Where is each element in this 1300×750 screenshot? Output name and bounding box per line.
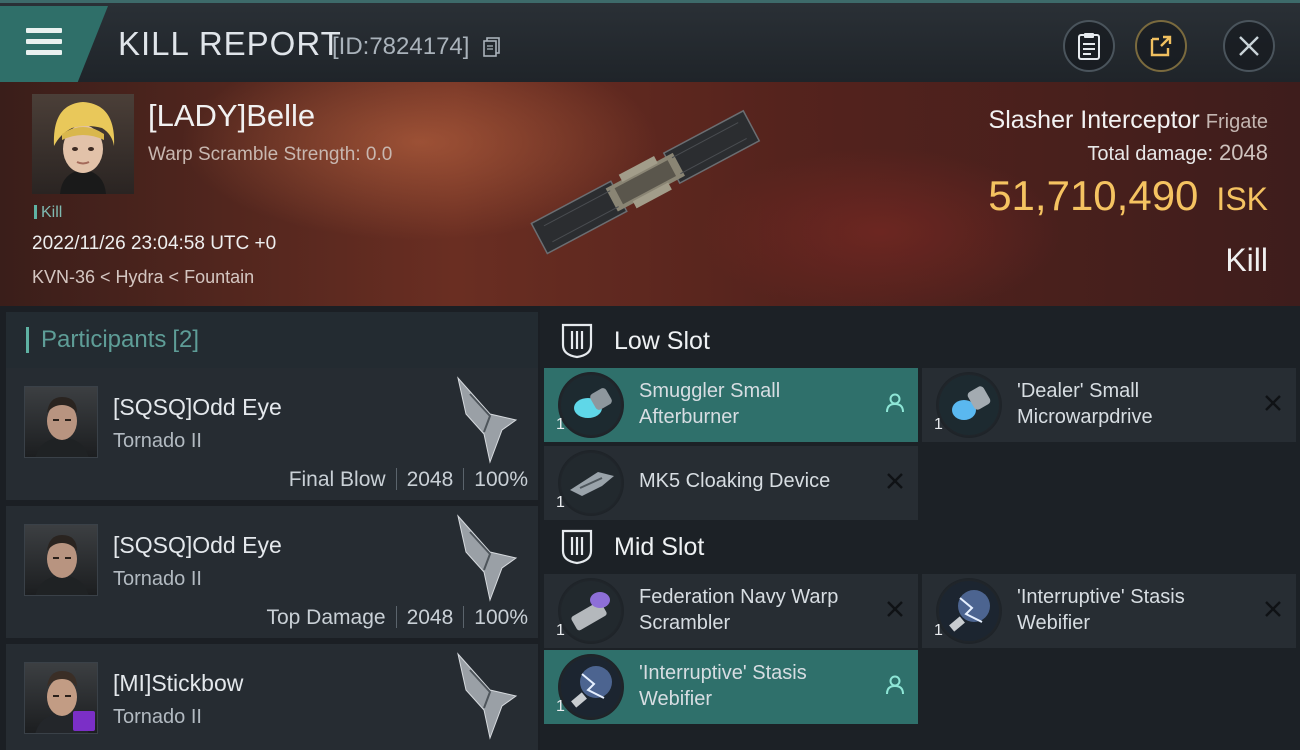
participant-ship-image [457, 514, 518, 602]
participant-ship: Tornado II [113, 430, 202, 452]
avatar [24, 662, 98, 734]
module-name: Smuggler Small Afterburner [639, 380, 781, 428]
participant-damage: 2048 [406, 468, 454, 491]
victim-ship-name[interactable]: Slasher Interceptor Frigate [989, 106, 1268, 135]
module-quantity: 1 [556, 622, 565, 639]
participants-count: [2] [172, 326, 200, 353]
participant-name[interactable]: [SQSQ]Odd Eye [113, 532, 282, 559]
isk-unit: ISK [1216, 181, 1268, 217]
module-name: 'Interruptive' Stasis Webifier [639, 662, 807, 710]
kill-tag: Kill [34, 204, 62, 222]
participant-damage: 2048 [406, 606, 454, 629]
report-id: [ID:7824174] [332, 33, 470, 60]
fitting-panel: Low Slot 1 Smuggler Small Afterburner 1 … [540, 306, 1300, 750]
low-slot-icon [561, 323, 593, 359]
microwarpdrive-icon [936, 372, 1002, 438]
report-button[interactable] [1063, 20, 1115, 72]
participant-ship: Tornado II [113, 706, 202, 728]
hamburger-menu-icon [26, 28, 62, 58]
share-button[interactable] [1135, 20, 1187, 72]
participants-header: Participants [2] [6, 312, 538, 368]
participants-panel: Participants [2] [SQSQ]Odd Eye Tornado I… [0, 306, 540, 750]
stasis-webifier-icon [558, 654, 624, 720]
destroyed-x-icon [887, 601, 903, 617]
module-name: 'Dealer' Small Microwarpdrive [1017, 380, 1153, 428]
corp-badge-icon [73, 711, 95, 731]
copy-icon[interactable] [483, 37, 501, 57]
module-name: 'Interruptive' Stasis Webifier [1017, 586, 1185, 634]
module-quantity: 1 [556, 698, 565, 715]
total-damage: Total damage: 2048 [1087, 140, 1268, 166]
warp-scrambler-icon [558, 578, 624, 644]
participant-percent: 100% [474, 468, 528, 491]
cloaking-device-icon [558, 450, 624, 516]
participant-card[interactable]: [SQSQ]Odd Eye Tornado II Final Blow 2048 1… [6, 368, 538, 500]
participants-title: Participants [41, 326, 167, 353]
total-damage-value: 2048 [1219, 140, 1268, 165]
avatar [24, 524, 98, 596]
victim-pilot-name[interactable]: [LADY]Belle [148, 98, 315, 134]
mid-slot-title: Mid Slot [614, 532, 705, 561]
participant-ship-image [457, 652, 518, 740]
participant-percent: 100% [474, 606, 528, 629]
module-item[interactable]: 1 'Interruptive' Stasis Webifier [922, 574, 1296, 648]
module-item[interactable]: 1 Federation Navy Warp Scrambler [544, 574, 918, 648]
module-name: Federation Navy Warp Scrambler [639, 586, 839, 634]
module-quantity: 1 [934, 622, 943, 639]
module-item[interactable]: 1 'Interruptive' Stasis Webifier [544, 650, 918, 724]
close-icon [1239, 36, 1259, 56]
module-quantity: 1 [556, 416, 565, 433]
afterburner-icon [558, 372, 624, 438]
close-button[interactable] [1223, 20, 1275, 72]
dropped-pilot-icon [886, 393, 904, 413]
total-damage-label: Total damage: [1087, 143, 1214, 165]
isk-amount: 51,710,490 [988, 172, 1199, 219]
module-item[interactable]: 1 'Dealer' Small Microwarpdrive [922, 368, 1296, 442]
isk-value: 51,710,490 ISK [988, 172, 1268, 220]
destroyed-x-icon [1265, 601, 1281, 617]
participant-role: Top Damage [266, 606, 386, 629]
warp-scramble-strength: Warp Scramble Strength: 0.0 [148, 144, 393, 165]
module-name: MK5 Cloaking Device [639, 470, 831, 492]
clipboard-icon [1078, 33, 1100, 60]
page-title: KILL REPORT [118, 25, 342, 62]
dropped-pilot-icon [886, 675, 904, 695]
module-quantity: 1 [556, 494, 565, 511]
ship-name-label: Slasher Interceptor [988, 106, 1200, 134]
participant-name[interactable]: [SQSQ]Odd Eye [113, 394, 282, 421]
menu-button[interactable] [0, 6, 108, 82]
participant-role: Final Blow [288, 468, 386, 491]
participant-ship: Tornado II [113, 568, 202, 590]
module-item[interactable]: 1 MK5 Cloaking Device [544, 446, 918, 520]
kill-tag-label: Kill [41, 204, 63, 221]
victim-ship-image [530, 109, 761, 255]
victim-banner: [LADY]Belle Warp Scramble Strength: 0.0 … [0, 82, 1300, 306]
mid-slot-heading: Mid Slot [560, 520, 704, 574]
avatar [24, 386, 98, 458]
participant-ship-image [457, 376, 518, 464]
participant-stats: Top Damage 2048 100% [266, 606, 528, 630]
module-item[interactable]: 1 Smuggler Small Afterburner [544, 368, 918, 442]
stasis-webifier-icon [936, 578, 1002, 644]
participant-card[interactable]: [MI]Stickbow Tornado II [6, 644, 538, 750]
kill-location: KVN-36 < Hydra < Fountain [32, 267, 255, 287]
victim-portrait[interactable] [32, 94, 134, 194]
kill-datetime: 2022/11/26 23:04:58 UTC +0 [32, 233, 277, 254]
destroyed-x-icon [887, 473, 903, 489]
mid-slot-icon [561, 529, 593, 565]
ship-class: Frigate [1205, 111, 1268, 133]
low-slot-title: Low Slot [614, 326, 710, 355]
participant-stats: Final Blow 2048 100% [289, 468, 528, 492]
low-slot-heading: Low Slot [560, 314, 710, 368]
participant-name[interactable]: [MI]Stickbow [113, 670, 243, 697]
share-icon [1150, 35, 1172, 57]
module-quantity: 1 [934, 416, 943, 433]
participant-card[interactable]: [SQSQ]Odd Eye Tornado II Top Damage 2048 1… [6, 506, 538, 638]
header-bar: KILL REPORT [ID:7824174] [0, 0, 1300, 82]
destroyed-x-icon [1265, 395, 1281, 411]
kill-result: Kill [1225, 242, 1268, 278]
